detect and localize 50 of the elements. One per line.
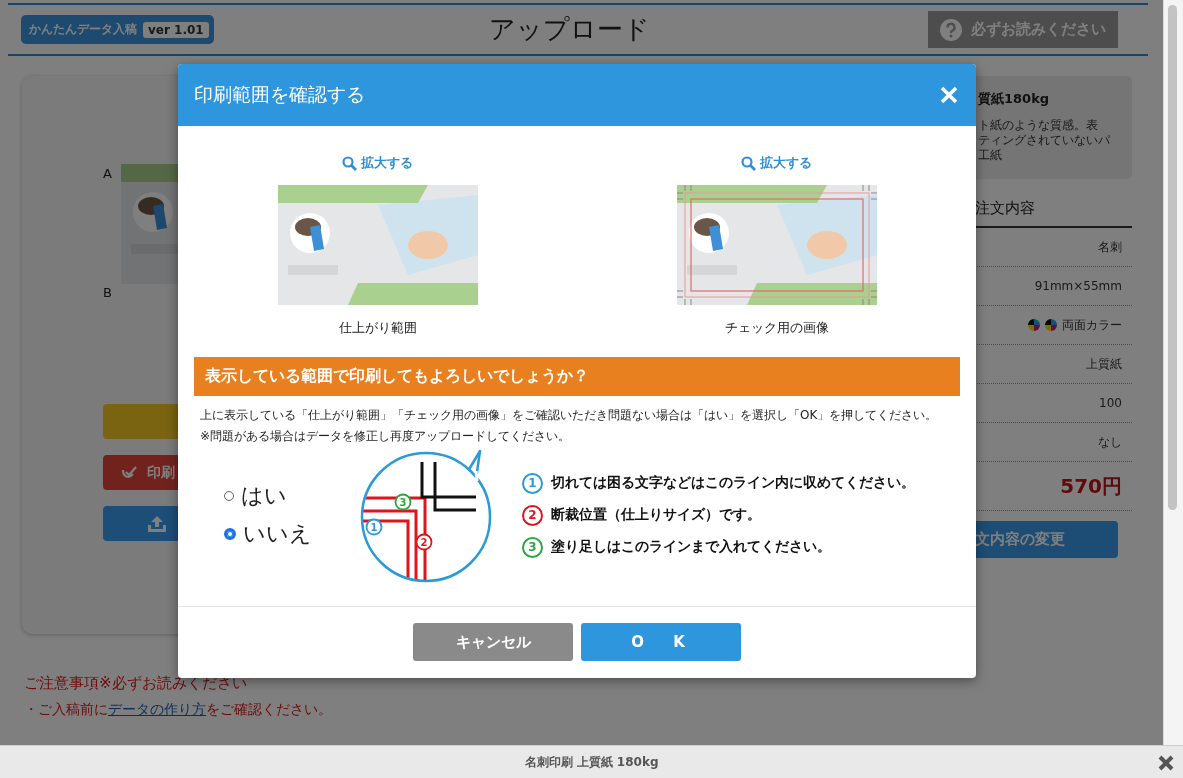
preview-caption: チェック用の画像 bbox=[724, 319, 829, 337]
paper-description: ト紙のような質感。表 ティングされていないパ 工紙 bbox=[978, 118, 1111, 163]
preview-caption: 仕上がり範囲 bbox=[338, 319, 417, 337]
help-icon bbox=[940, 18, 962, 41]
scrollbar-thumb[interactable] bbox=[1168, 5, 1177, 510]
marker-number: 1 bbox=[370, 521, 378, 533]
corner-label: A bbox=[103, 166, 113, 181]
dialog-title: 印刷範囲を確認する bbox=[194, 82, 365, 107]
cmyk-icon bbox=[1045, 319, 1057, 331]
ok-button[interactable]: O K bbox=[581, 623, 741, 661]
radio-option[interactable]: はい bbox=[224, 481, 356, 511]
page-title: アップロード bbox=[489, 13, 650, 46]
legend-text: 塗り足しはこのラインまで入れてください。 bbox=[551, 538, 831, 556]
check-icon bbox=[121, 465, 137, 480]
legend-number: 1 bbox=[522, 472, 543, 494]
legend-number: 3 bbox=[522, 536, 543, 558]
marker-number: 2 bbox=[420, 536, 428, 548]
close-icon[interactable] bbox=[1157, 754, 1175, 772]
cancel-button[interactable]: キャンセル bbox=[413, 623, 573, 661]
instruction-text: ※問題がある場合はデータを修正し再度アップロードしてください。 bbox=[200, 428, 572, 445]
order-value: 名刺 bbox=[1098, 238, 1122, 256]
legend-number: 2 bbox=[522, 504, 543, 526]
paper-name: 質紙180kg bbox=[978, 90, 1051, 108]
radio-button[interactable] bbox=[224, 528, 236, 540]
marker-number: 3 bbox=[399, 496, 407, 508]
search-icon bbox=[741, 155, 756, 171]
order-value: 上質紙 bbox=[1086, 355, 1122, 373]
note-text: ・ご入稿前にデータの作り方をご確認ください。 bbox=[24, 701, 333, 719]
legend-text: 切れては困る文字などはこのライン内に収めてください。 bbox=[551, 474, 915, 492]
version-badge: ver 1.01 bbox=[143, 21, 209, 38]
legend-text: 断裁位置（仕上りサイズ）です。 bbox=[551, 506, 761, 524]
radio-button[interactable] bbox=[224, 491, 234, 501]
order-value: 両面カラー bbox=[1062, 316, 1122, 334]
order-value: 100 bbox=[1099, 396, 1122, 410]
link[interactable]: データの作り方 bbox=[108, 701, 206, 717]
zoom-link[interactable]: 拡大する bbox=[741, 153, 812, 173]
radio-option[interactable]: いいえ bbox=[224, 519, 356, 549]
footer-title: 名刺印刷 上質紙 180kg bbox=[524, 754, 659, 771]
logo[interactable]: かんたんデータ入稿 ver 1.01 bbox=[21, 15, 214, 44]
instruction-text: 上に表示している「仕上がり範囲」「チェック用の画像」をご確認いただき問題ない場合は「はい」を選択し「OK」を押してください。 bbox=[200, 407, 939, 424]
zoom-link[interactable]: 拡大する bbox=[342, 153, 413, 173]
question-banner: 表示している範囲で印刷してもよろしいでしょうか？ bbox=[194, 357, 960, 396]
corner-label: B bbox=[103, 285, 113, 300]
upload-icon bbox=[147, 514, 167, 533]
order-value: なし bbox=[1098, 433, 1122, 451]
price-value: 570円 bbox=[1060, 472, 1122, 500]
order-value: 91mm×55mm bbox=[1034, 279, 1122, 293]
search-icon bbox=[342, 155, 357, 171]
cmyk-icon bbox=[1028, 319, 1040, 331]
logo-text: かんたんデータ入稿 bbox=[29, 21, 137, 38]
